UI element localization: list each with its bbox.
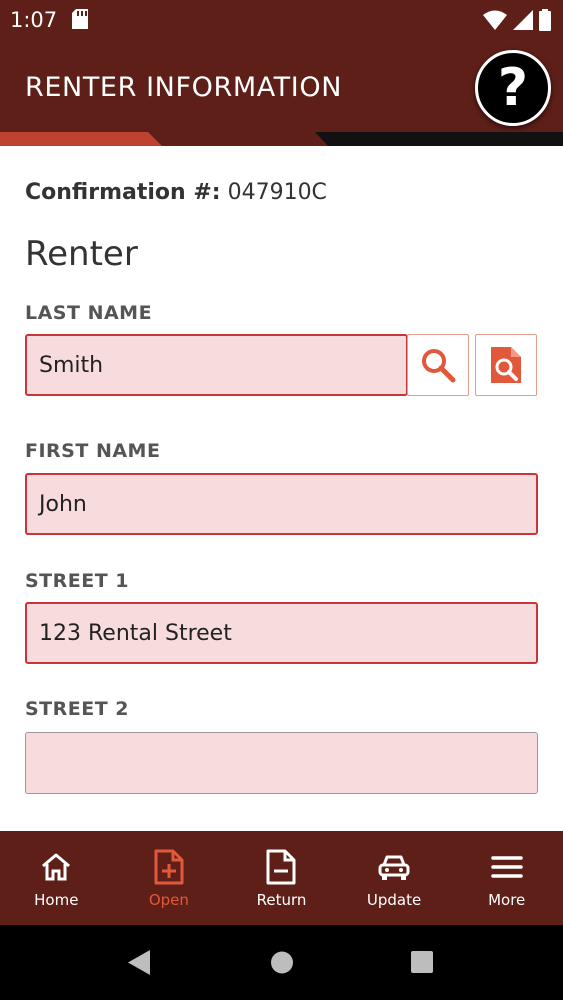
nav-open-label: Open [148, 891, 189, 909]
nav-update-label: Update [366, 891, 422, 909]
last-name-label: LAST NAME [25, 302, 153, 324]
nav-home-label: Home [34, 891, 79, 909]
help-icon: ? [497, 58, 529, 118]
street2-field[interactable] [25, 732, 538, 794]
confirmation-number: Confirmation #: 047910C [25, 180, 327, 205]
help-button[interactable]: ? [475, 50, 551, 126]
recents-icon[interactable] [411, 951, 433, 973]
first-name-label: FIRST NAME [25, 440, 161, 462]
first-name-field[interactable]: John [25, 473, 538, 535]
wifi-icon [483, 10, 507, 35]
app-header: RENTER INFORMATION ? [0, 40, 563, 146]
car-icon [378, 849, 410, 885]
street1-label: STREET 1 [25, 570, 130, 592]
document-search-button[interactable] [475, 334, 537, 396]
system-nav-bar [0, 925, 563, 1000]
confirmation-value: 047910C [227, 180, 327, 205]
nav-return[interactable]: Return [225, 831, 338, 925]
nav-more-label: More [488, 891, 526, 909]
document-search-icon [491, 347, 521, 383]
nav-return-label: Return [256, 891, 307, 909]
file-plus-icon [154, 849, 184, 885]
status-icons [483, 9, 551, 36]
search-icon [422, 349, 456, 383]
menu-icon [490, 849, 523, 885]
header-stripe [0, 132, 563, 146]
nav-open[interactable]: Open [113, 831, 226, 925]
battery-icon [539, 9, 551, 36]
search-button[interactable] [407, 334, 469, 396]
confirmation-label: Confirmation #: [25, 180, 221, 205]
nav-update[interactable]: Update [338, 831, 451, 925]
page-title: RENTER INFORMATION [25, 72, 342, 103]
renter-form: Confirmation #: 047910C Renter LAST NAME… [0, 146, 563, 831]
section-title: Renter [25, 234, 138, 274]
last-name-field[interactable]: Smith [25, 334, 408, 396]
street1-field[interactable]: 123 Rental Street [25, 602, 538, 664]
back-icon[interactable] [128, 950, 150, 975]
sd-card-icon [72, 9, 88, 34]
home-icon [40, 849, 72, 885]
home-button-icon[interactable] [271, 951, 293, 974]
nav-home[interactable]: Home [0, 831, 113, 925]
street2-label: STREET 2 [25, 698, 130, 720]
nav-more[interactable]: More [450, 831, 563, 925]
status-time: 1:07 [10, 8, 58, 32]
bottom-nav: Home Open Return Update More [0, 831, 563, 925]
status-bar: 1:07 [0, 0, 563, 40]
signal-icon [513, 10, 533, 35]
file-minus-icon [266, 849, 296, 885]
